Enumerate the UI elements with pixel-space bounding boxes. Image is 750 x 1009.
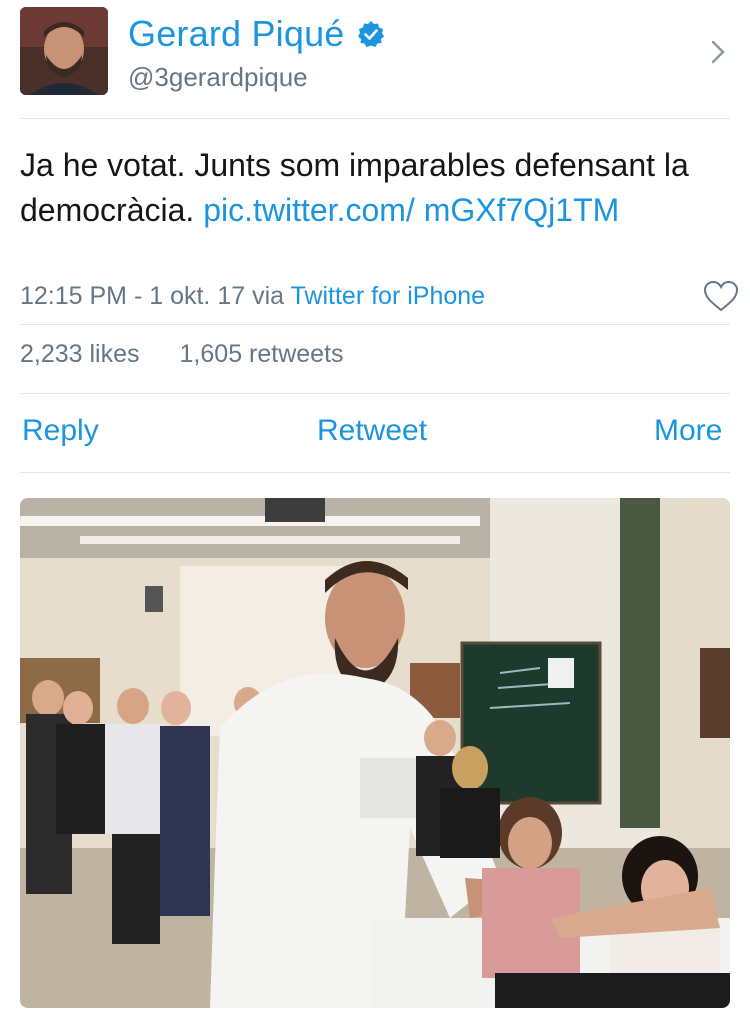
avatar-image	[20, 7, 108, 95]
retweet-button[interactable]: Retweet	[317, 414, 427, 448]
tweet-media-link[interactable]: pic.twitter.com/ mGXf7Qj1TM	[203, 192, 619, 228]
more-button[interactable]: More	[654, 414, 722, 448]
tweet-text: Ja he votat. Junts som imparables defens…	[20, 143, 720, 233]
divider	[20, 472, 730, 473]
user-handle[interactable]: @3gerardpique	[128, 62, 308, 93]
tweet-stats: 2,233 likes 1,605 retweets	[20, 340, 344, 369]
tweet-meta: 12:15 PM - 1 okt. 17 via Twitter for iPh…	[20, 282, 485, 311]
divider	[20, 324, 730, 325]
divider	[20, 393, 730, 394]
tweet-source-link[interactable]: Twitter for iPhone	[291, 282, 486, 310]
likes-count[interactable]: 2,233 likes	[20, 340, 140, 369]
tweet-photo-image	[20, 498, 730, 1008]
verified-badge-icon	[357, 21, 384, 47]
tweet-header[interactable]: Gerard Piqué @3gerardpique	[0, 0, 750, 118]
divider	[20, 118, 730, 119]
heart-icon[interactable]	[703, 279, 739, 315]
reply-button[interactable]: Reply	[22, 414, 99, 448]
display-name[interactable]: Gerard Piqué	[128, 13, 345, 55]
retweets-count[interactable]: 1,605 retweets	[180, 340, 344, 369]
tweet-actions: Reply Retweet More	[20, 414, 730, 452]
tweet-timestamp: 12:15 PM - 1 okt. 17 via	[20, 282, 291, 310]
avatar[interactable]	[20, 7, 108, 95]
tweet-photo[interactable]	[20, 498, 730, 1008]
chevron-right-icon[interactable]	[706, 36, 730, 68]
